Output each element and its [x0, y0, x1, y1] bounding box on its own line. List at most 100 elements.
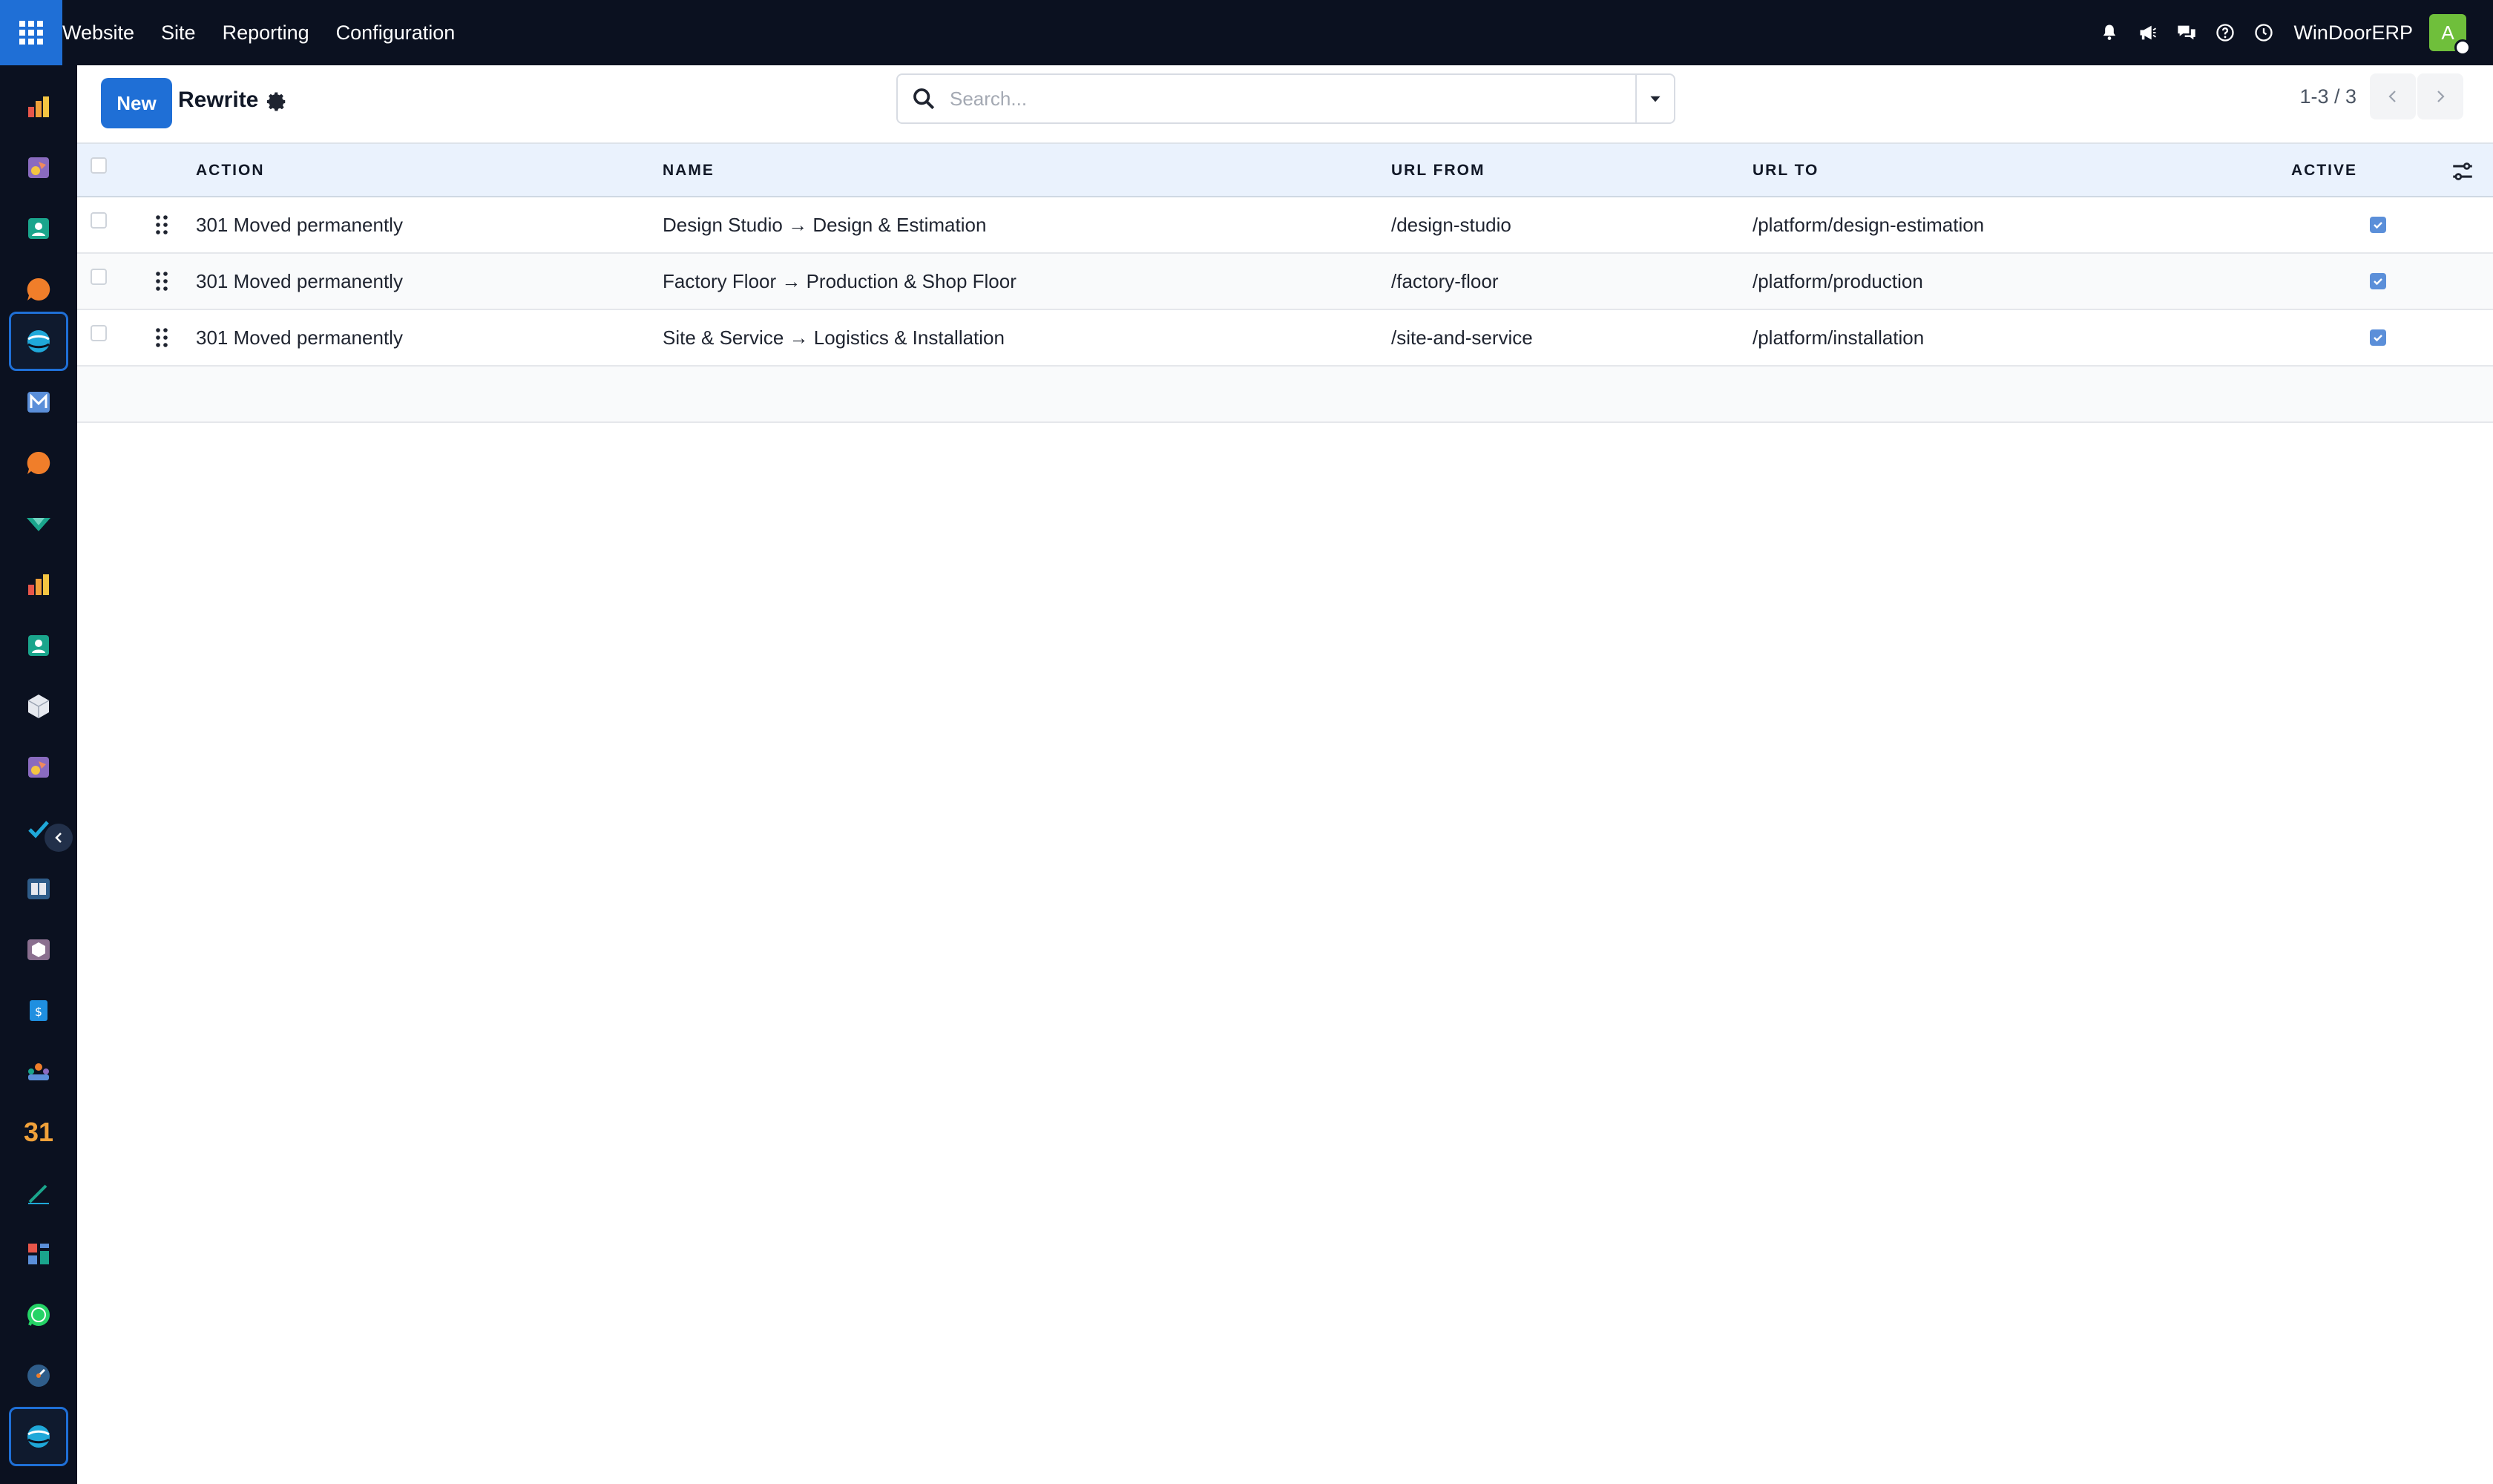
search-bar	[896, 73, 1675, 124]
surveys-app-icon[interactable]	[9, 494, 68, 554]
chevron-left-icon	[2388, 91, 2396, 102]
cell-url-from: /design-studio	[1391, 213, 1511, 236]
cell-name: Site & Service → Logistics & Installatio…	[663, 326, 1005, 349]
creative-app-icon[interactable]	[9, 138, 68, 197]
search-icon[interactable]	[911, 86, 936, 111]
cell-url-to: /platform/installation	[1753, 326, 1925, 349]
cell-active	[2370, 310, 2386, 365]
menu-site[interactable]: Site	[148, 0, 209, 65]
row-checkbox[interactable]	[91, 269, 107, 285]
timesheet-app-icon[interactable]	[9, 1346, 68, 1405]
top-navbar: Website Site Reporting Configuration Win…	[0, 0, 2493, 65]
svg-text:$: $	[35, 1005, 42, 1019]
chat-icon[interactable]	[2175, 22, 2198, 44]
bell-icon[interactable]	[2098, 22, 2121, 44]
column-header-active[interactable]: ACTIVE	[2291, 144, 2357, 197]
sidebar-collapse-button[interactable]	[45, 824, 73, 852]
search-input[interactable]	[950, 76, 1635, 121]
empty-row	[77, 367, 2493, 423]
grid-icon	[19, 21, 43, 45]
column-header-action[interactable]: ACTION	[196, 144, 265, 197]
column-header-url-to[interactable]: URL TO	[1753, 144, 1819, 197]
team-app-icon[interactable]	[9, 1042, 68, 1101]
check-icon	[2374, 222, 2382, 229]
page-title: Rewrite	[178, 88, 259, 112]
inventory-app-icon[interactable]	[9, 677, 68, 736]
company-name[interactable]: WinDoorERP	[2293, 22, 2413, 45]
pager-value[interactable]: 1-3 / 3	[2299, 85, 2356, 108]
drag-handle-icon[interactable]	[154, 327, 169, 348]
drag-handle-icon[interactable]	[154, 214, 169, 235]
pager-previous-button[interactable]	[2370, 73, 2416, 119]
table-row[interactable]: 301 Moved permanently Factory Floor → Pr…	[77, 254, 2493, 310]
cell-url-to: /platform/production	[1753, 269, 1923, 292]
website-app-icon[interactable]	[9, 312, 68, 371]
table-header: ACTION NAME URL FROM URL TO ACTIVE	[77, 142, 2493, 197]
cell-name: Design Studio → Design & Estimation	[663, 213, 987, 236]
row-checkbox[interactable]	[91, 212, 107, 229]
drag-handle-icon[interactable]	[154, 271, 169, 292]
menu-website[interactable]: Website	[62, 0, 148, 65]
status-dot	[2454, 39, 2471, 56]
systray: WinDoorERP A	[2090, 0, 2493, 65]
cell-action: 301 Moved permanently	[196, 269, 403, 292]
chevron-right-icon	[2437, 91, 2445, 102]
avatar-letter: A	[2441, 21, 2454, 44]
check-icon	[2374, 335, 2382, 342]
active-checkbox[interactable]	[2370, 217, 2386, 233]
discuss-app-icon[interactable]	[9, 433, 68, 493]
megaphone-icon[interactable]	[2137, 22, 2159, 44]
gear-icon[interactable]	[266, 91, 288, 113]
cell-action: 301 Moved permanently	[196, 326, 403, 349]
cell-url-from: /site-and-service	[1391, 326, 1533, 349]
avatar[interactable]: A	[2429, 14, 2471, 56]
chevron-left-icon	[55, 833, 62, 843]
employees-app-icon[interactable]	[9, 616, 68, 675]
contacts-app-icon[interactable]	[9, 199, 68, 258]
search-options-toggle[interactable]	[1635, 75, 1674, 122]
pager: 1-3 / 3	[2299, 73, 2463, 119]
main-menu: Website Site Reporting Configuration	[62, 0, 468, 65]
active-checkbox[interactable]	[2370, 273, 2386, 289]
sliders-icon[interactable]	[2450, 159, 2475, 184]
pager-next-button[interactable]	[2417, 73, 2463, 119]
cell-active	[2370, 254, 2386, 309]
calendar-app-icon[interactable]: 31	[9, 1103, 68, 1162]
help-icon[interactable]	[2214, 22, 2236, 44]
products-app-icon[interactable]	[9, 920, 68, 979]
cell-url-to: /platform/design-estimation	[1753, 213, 1985, 236]
clock-icon[interactable]	[2253, 22, 2275, 44]
sign-app-icon[interactable]	[9, 1163, 68, 1223]
table-row[interactable]: 301 Moved permanently Site & Service → L…	[77, 310, 2493, 367]
control-panel: New Rewrite 1-3 / 3	[77, 65, 2493, 142]
caret-down-icon	[1650, 96, 1661, 102]
email-marketing-app-icon[interactable]	[9, 372, 68, 432]
reporting-app-icon[interactable]	[9, 555, 68, 614]
dashboard-app-icon[interactable]	[9, 77, 68, 137]
rewrite-list: ACTION NAME URL FROM URL TO ACTIVE 301 M…	[77, 142, 2493, 423]
check-icon	[2374, 278, 2382, 286]
app-menu-button[interactable]	[0, 0, 62, 65]
row-checkbox[interactable]	[91, 325, 107, 341]
cell-action: 301 Moved permanently	[196, 213, 403, 236]
table-row[interactable]: 301 Moved permanently Design Studio → De…	[77, 197, 2493, 254]
menu-reporting[interactable]: Reporting	[209, 0, 323, 65]
select-all-checkbox[interactable]	[91, 157, 107, 174]
active-checkbox[interactable]	[2370, 329, 2386, 346]
calendar-label: 31	[23, 1117, 54, 1147]
column-header-url-from[interactable]: URL FROM	[1391, 144, 1485, 197]
cell-name: Factory Floor → Production & Shop Floor	[663, 269, 1016, 292]
cell-url-from: /factory-floor	[1391, 269, 1499, 292]
new-button[interactable]: New	[101, 78, 172, 128]
website-app-icon[interactable]	[9, 1407, 68, 1466]
menu-configuration[interactable]: Configuration	[323, 0, 469, 65]
studio-app-icon[interactable]	[9, 738, 68, 797]
invoicing-app-icon[interactable]: $	[9, 981, 68, 1040]
app-sidebar: $ 31	[0, 65, 77, 1484]
cell-active	[2370, 197, 2386, 252]
livechat-app-icon[interactable]	[9, 260, 68, 319]
column-header-name[interactable]: NAME	[663, 144, 715, 197]
knowledge-app-icon[interactable]	[9, 859, 68, 919]
apps-app-icon[interactable]	[9, 1224, 68, 1284]
whatsapp-app-icon[interactable]	[9, 1285, 68, 1345]
